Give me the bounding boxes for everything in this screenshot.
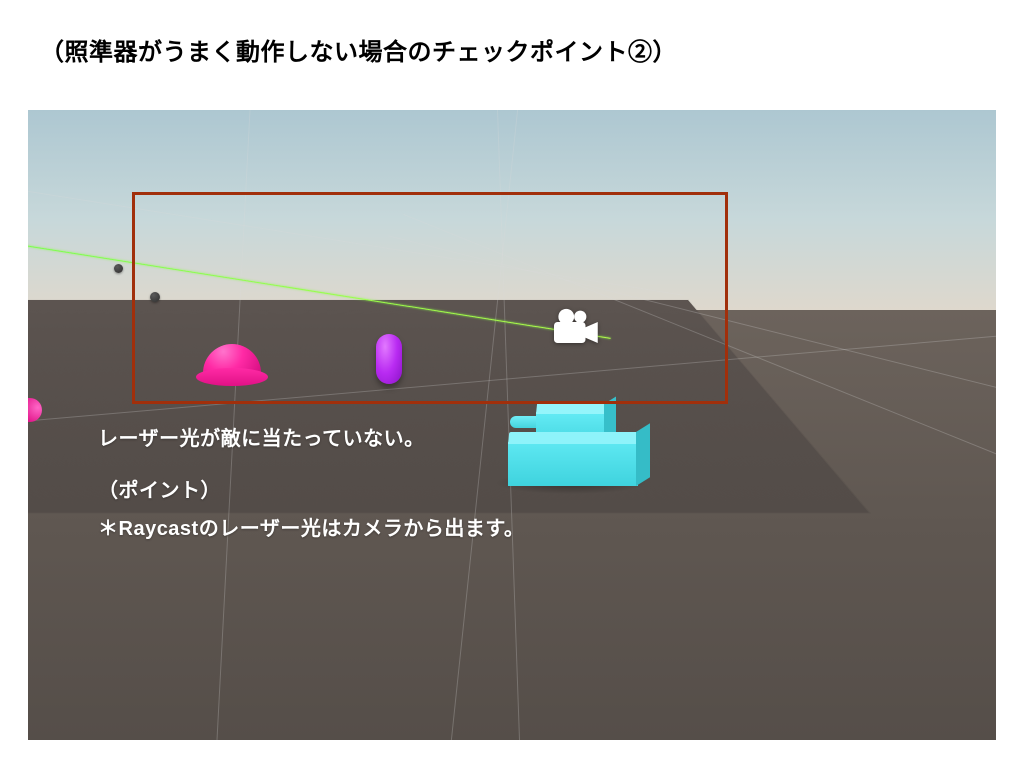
page-title: （照準器がうまく動作しない場合のチェックポイント②） (40, 32, 677, 67)
camera-icon (546, 308, 604, 350)
annotation-line2: （ポイント） (98, 472, 524, 510)
gizmo-sphere (150, 292, 160, 302)
annotation-line1: レーザー光が敵に当たっていない。 (98, 420, 524, 458)
gizmo-sphere (114, 264, 123, 273)
player-tank (508, 402, 650, 486)
sky-background (28, 110, 996, 310)
unity-scene-viewport[interactable]: レーザー光が敵に当たっていない。 （ポイント） ＊Raycastのレーザー光はカ… (28, 110, 996, 740)
annotation-text: レーザー光が敵に当たっていない。 （ポイント） ＊Raycastのレーザー光はカ… (98, 420, 524, 548)
enemy-capsule (376, 334, 402, 384)
annotation-line3: ＊Raycastのレーザー光はカメラから出ます。 (98, 510, 524, 548)
enemy-dome (196, 338, 268, 386)
